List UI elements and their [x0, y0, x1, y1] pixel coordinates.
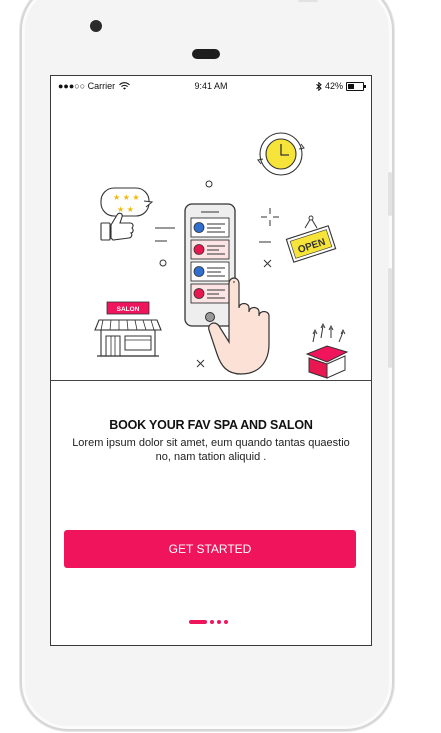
front-camera [90, 20, 102, 32]
rating-stars-icon: ★ ★ ★ ★ ★ [100, 187, 154, 217]
page-indicator [189, 620, 228, 624]
volume-button [388, 268, 392, 368]
svg-text:★ ★: ★ ★ [117, 205, 134, 214]
booking-illustration: ★ ★ ★ ★ ★ OPEN SALON [94, 132, 349, 379]
salon-sign-text: SALON [117, 306, 140, 313]
status-bar: ●●●○○ Carrier 9:41 AM 42% [51, 76, 371, 96]
salon-store-icon: SALON [94, 301, 162, 357]
power-button [388, 172, 392, 216]
page-dot-active[interactable] [189, 620, 207, 624]
page-dot[interactable] [210, 620, 214, 624]
battery-percent: 42% [324, 81, 343, 91]
gift-box-icon [305, 322, 349, 379]
get-started-button[interactable]: GET STARTED [64, 530, 356, 568]
phone-device: ●●●○○ Carrier 9:41 AM 42% ★ ★ ★ ★ ★ OPEN… [6, 0, 424, 731]
top-button [298, 0, 318, 2]
illustration-divider [51, 380, 371, 381]
clock-icon [257, 132, 305, 176]
onboarding-description: Lorem ipsum dolor sit amet, eum quando t… [72, 437, 350, 463]
svg-text:★ ★ ★: ★ ★ ★ [113, 193, 140, 202]
page-dot[interactable] [224, 620, 228, 624]
thumbs-up-icon [100, 212, 134, 241]
speaker-grille [192, 49, 220, 59]
open-sign-icon: OPEN [285, 215, 337, 263]
onboarding-title: BOOK YOUR FAV SPA AND SALON [109, 418, 313, 432]
bluetooth-icon [316, 81, 322, 91]
page-dot[interactable] [217, 620, 221, 624]
battery-icon [346, 81, 366, 91]
app-screen: ●●●○○ Carrier 9:41 AM 42% ★ ★ ★ ★ ★ OPEN… [50, 75, 372, 646]
smartphone-icon [184, 203, 236, 327]
